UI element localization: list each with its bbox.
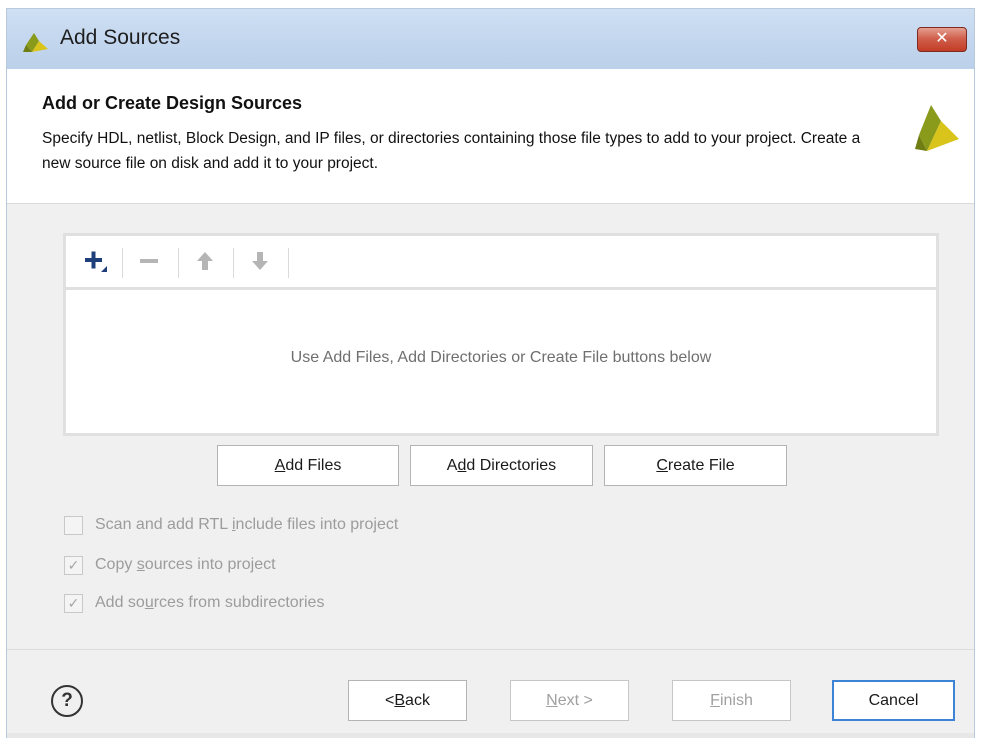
button-label: < xyxy=(385,691,395,709)
button-label: dd Files xyxy=(285,456,342,474)
scan-rtl-include-option[interactable]: Scan and add RTL include files into proj… xyxy=(64,514,398,536)
sources-list-panel: Use Add Files, Add Directories or Create… xyxy=(63,233,939,436)
close-button[interactable]: ✕ xyxy=(917,27,967,52)
sources-toolbar xyxy=(66,236,936,290)
page-description: Specify HDL, netlist, Block Design, and … xyxy=(42,130,861,172)
remove-button[interactable] xyxy=(132,244,166,278)
footer-divider xyxy=(7,649,974,650)
copy-sources-option[interactable]: ✓ Copy sources into project xyxy=(64,554,276,576)
cancel-button[interactable]: Cancel xyxy=(832,680,955,721)
vivado-logo-icon xyxy=(915,105,959,151)
copy-sources-checkbox[interactable]: ✓ xyxy=(64,555,83,575)
title-bar: Add Sources ✕ xyxy=(7,9,974,69)
empty-list-message: Use Add Files, Add Directories or Create… xyxy=(290,349,712,366)
help-button[interactable]: ? xyxy=(51,685,83,717)
add-subdirectories-checkbox[interactable]: ✓ xyxy=(64,593,83,613)
footer-edge xyxy=(7,733,974,738)
mnemonic-key: B xyxy=(394,691,406,709)
scan-rtl-include-checkbox[interactable] xyxy=(64,515,83,535)
finish-button[interactable]: Finish xyxy=(672,680,791,721)
button-label: ack xyxy=(405,691,430,709)
add-files-button[interactable]: Add Files xyxy=(217,445,399,486)
mnemonic-key: N xyxy=(546,691,558,709)
checkmark-icon: ✓ xyxy=(67,556,80,573)
add-button[interactable] xyxy=(78,244,112,278)
vivado-logo-icon xyxy=(23,33,48,52)
toolbar-separator xyxy=(233,248,234,278)
mnemonic-key: d xyxy=(457,456,467,474)
button-label: d Directories xyxy=(466,456,557,474)
back-button[interactable]: < Back xyxy=(348,680,467,721)
dialog-header: Add or Create Design Sources Specify HDL… xyxy=(7,69,974,204)
button-label: reate File xyxy=(667,456,735,474)
page-title: Add or Create Design Sources xyxy=(42,93,303,113)
mnemonic-key: A xyxy=(274,456,286,474)
button-label: inish xyxy=(719,691,753,709)
add-subdirectories-option[interactable]: ✓ Add sources from subdirectories xyxy=(64,592,324,614)
sources-list[interactable]: Use Add Files, Add Directories or Create… xyxy=(66,290,936,433)
option-label: Copy sources into project xyxy=(95,556,276,573)
button-label: ext > xyxy=(557,691,593,709)
move-down-button[interactable] xyxy=(243,244,277,278)
button-label: A xyxy=(446,456,458,474)
window-title: Add Sources xyxy=(60,26,181,49)
arrow-up-icon xyxy=(197,252,213,270)
add-sources-dialog: Add Sources ✕ Add or Create Design Sourc… xyxy=(6,8,975,738)
toolbar-separator xyxy=(122,248,123,278)
create-file-button[interactable]: Create File xyxy=(604,445,787,486)
toolbar-separator xyxy=(288,248,289,278)
next-button[interactable]: Next > xyxy=(510,680,629,721)
toolbar-separator xyxy=(178,248,179,278)
add-directories-button[interactable]: Add Directories xyxy=(410,445,593,486)
move-up-button[interactable] xyxy=(188,244,222,278)
option-label: Add sources from subdirectories xyxy=(95,594,325,611)
mnemonic-key: C xyxy=(656,456,668,474)
minus-icon xyxy=(140,259,158,263)
checkmark-icon: ✓ xyxy=(67,594,80,611)
arrow-down-icon xyxy=(252,252,268,270)
plus-icon xyxy=(85,251,107,272)
mnemonic-key: F xyxy=(710,691,720,709)
option-label: Scan and add RTL include files into proj… xyxy=(95,516,399,533)
